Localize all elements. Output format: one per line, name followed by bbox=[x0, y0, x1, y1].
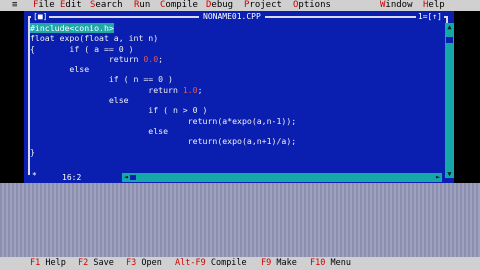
cursor-position: 16:2 bbox=[62, 173, 82, 182]
menu-compile[interactable]: Compile bbox=[160, 0, 198, 11]
code-text: else bbox=[30, 64, 90, 75]
desktop-background bbox=[0, 183, 480, 257]
code-text: return(a*expo(a,n-1)); bbox=[30, 115, 297, 126]
code-line[interactable]: #include<conio.h> bbox=[30, 23, 442, 33]
code-text: } bbox=[30, 146, 35, 157]
code-line[interactable]: { if ( a == 0 ) bbox=[30, 44, 442, 54]
menu-bar: ≡ File Edit Search Run Compile Debug Pro… bbox=[0, 0, 480, 11]
modified-marker: * bbox=[32, 171, 37, 180]
code-line[interactable]: return 0.0; bbox=[30, 54, 442, 64]
menu-options[interactable]: Options bbox=[293, 0, 331, 11]
scroll-left-arrow-icon[interactable]: ◄ bbox=[122, 173, 130, 182]
menu-file[interactable]: File bbox=[33, 0, 55, 11]
editor-window: [■] NONAME01.CPP 1=[↑] #include<conio.h>… bbox=[24, 11, 454, 183]
code-text: else bbox=[30, 95, 129, 106]
code-line[interactable]: } bbox=[30, 147, 442, 157]
code-editor[interactable]: #include<conio.h> float expo(float a, int… bbox=[30, 23, 442, 163]
code-text: float expo(float a, int n) bbox=[30, 33, 159, 44]
menu-run[interactable]: Run bbox=[134, 0, 150, 11]
code-line[interactable]: return(expo(a,n+1)/a); bbox=[30, 136, 442, 146]
code-line[interactable]: if ( n > 0 ) bbox=[30, 105, 442, 115]
code-text: if ( n == 0 ) bbox=[30, 74, 173, 85]
window-title: NONAME01.CPP bbox=[199, 11, 265, 22]
menu-project[interactable]: Project bbox=[244, 0, 282, 11]
numeric-literal: 0.0 bbox=[143, 53, 159, 64]
scroll-up-arrow-icon[interactable]: ▲ bbox=[445, 23, 454, 31]
scroll-right-arrow-icon[interactable]: ► bbox=[434, 173, 442, 182]
status-help[interactable]: F1 Help bbox=[30, 257, 66, 270]
menu-edit[interactable]: Edit bbox=[60, 0, 82, 11]
menu-window[interactable]: Window bbox=[380, 0, 413, 11]
status-bar: F1 Help F2 Save F3 Open Alt-F9 Compile F… bbox=[0, 257, 480, 270]
horizontal-scroll-thumb[interactable] bbox=[130, 175, 136, 180]
selected-text: #include<conio.h> bbox=[30, 23, 114, 33]
horizontal-scrollbar[interactable]: ◄ ► bbox=[122, 173, 442, 182]
code-line[interactable]: float expo(float a, int n) bbox=[30, 33, 442, 43]
menu-search[interactable]: Search bbox=[90, 0, 123, 11]
code-line[interactable]: else bbox=[30, 64, 442, 74]
window-number-zoom[interactable]: 1=[↑] bbox=[415, 11, 444, 22]
code-line[interactable]: if ( n == 0 ) bbox=[30, 74, 442, 84]
menu-help[interactable]: Help bbox=[423, 0, 445, 11]
code-text: return bbox=[30, 84, 183, 95]
code-text: else bbox=[30, 125, 169, 136]
system-menu-icon[interactable]: ≡ bbox=[12, 0, 17, 11]
vertical-scroll-thumb[interactable] bbox=[446, 37, 453, 43]
numeric-literal: 1.0 bbox=[182, 84, 198, 95]
vertical-scrollbar[interactable]: ▲ ▼ bbox=[445, 23, 454, 178]
code-text: ; bbox=[197, 84, 203, 95]
code-text: return bbox=[30, 53, 144, 64]
window-status-line: * 16:2 ◄ ► bbox=[24, 171, 454, 183]
status-menu[interactable]: F10 Menu bbox=[310, 257, 351, 270]
status-open[interactable]: F3 Open bbox=[126, 257, 162, 270]
code-text: if ( n > 0 ) bbox=[30, 105, 208, 116]
code-line[interactable]: return 1.0; bbox=[30, 85, 442, 95]
code-line[interactable]: else bbox=[30, 95, 442, 105]
status-compile[interactable]: Alt-F9 Compile bbox=[175, 257, 247, 270]
code-text: return(expo(a,n+1)/a); bbox=[30, 136, 297, 147]
code-line[interactable]: return(a*expo(a,n-1)); bbox=[30, 116, 442, 126]
code-text: { if ( a == 0 ) bbox=[30, 43, 134, 54]
close-box-icon[interactable]: [■] bbox=[31, 11, 50, 22]
code-text: ; bbox=[158, 53, 164, 64]
status-make[interactable]: F9 Make bbox=[261, 257, 297, 270]
code-line[interactable]: else bbox=[30, 126, 442, 136]
status-save[interactable]: F2 Save bbox=[78, 257, 114, 270]
window-title-bar[interactable]: [■] NONAME01.CPP 1=[↑] bbox=[24, 11, 454, 22]
menu-debug[interactable]: Debug bbox=[206, 0, 233, 11]
